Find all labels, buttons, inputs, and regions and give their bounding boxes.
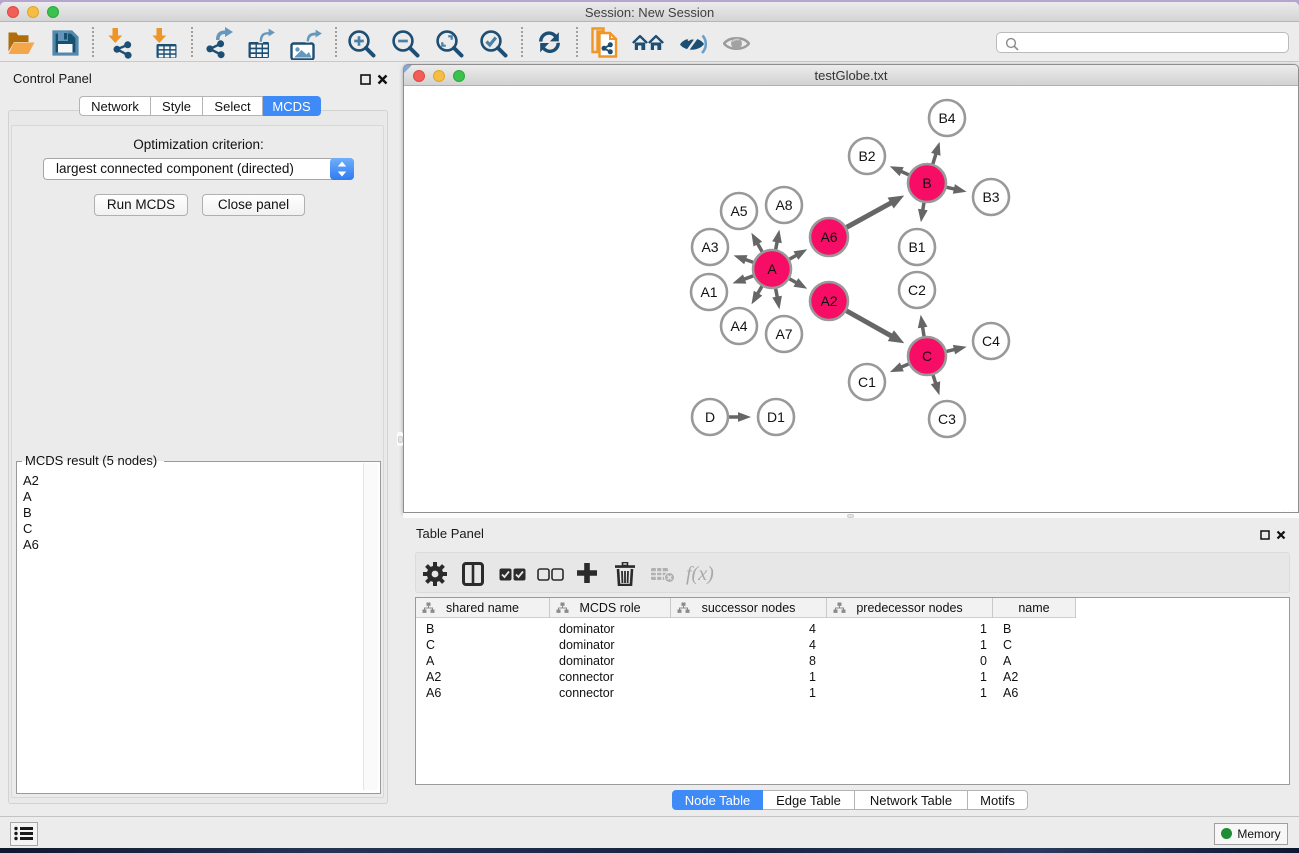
svg-text:A3: A3: [701, 239, 718, 255]
svg-text:B2: B2: [858, 148, 875, 164]
svg-text:A1: A1: [700, 284, 717, 300]
svg-text:C4: C4: [982, 333, 1000, 349]
svg-text:B1: B1: [908, 239, 925, 255]
svg-text:A: A: [767, 261, 777, 277]
svg-text:A6: A6: [820, 229, 837, 245]
svg-text:A7: A7: [775, 326, 792, 342]
svg-text:B: B: [922, 175, 931, 191]
svg-text:B4: B4: [938, 110, 955, 126]
svg-text:D1: D1: [767, 409, 785, 425]
svg-text:A2: A2: [820, 293, 837, 309]
svg-text:A4: A4: [730, 318, 747, 334]
svg-text:A8: A8: [775, 197, 792, 213]
svg-text:D: D: [705, 409, 715, 425]
svg-text:C1: C1: [858, 374, 876, 390]
svg-text:C3: C3: [938, 411, 956, 427]
svg-text:C: C: [922, 348, 932, 364]
svg-text:B3: B3: [982, 189, 999, 205]
svg-text:A5: A5: [730, 203, 747, 219]
svg-text:C2: C2: [908, 282, 926, 298]
